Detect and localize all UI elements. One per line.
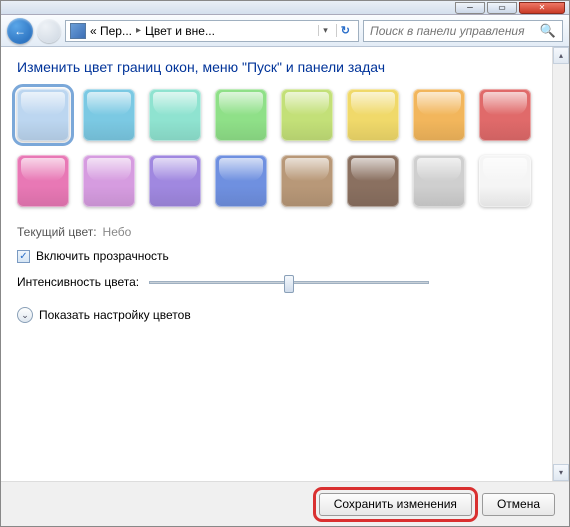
cancel-button[interactable]: Отмена bbox=[482, 493, 555, 516]
color-swatch-6[interactable] bbox=[413, 89, 465, 141]
color-swatch-13[interactable] bbox=[347, 155, 399, 207]
intensity-slider[interactable] bbox=[149, 281, 429, 284]
chevron-right-icon: ▸ bbox=[136, 25, 141, 36]
toolbar: ← « Пер... ▸ Цвет и вне... ▾ ↻ 🔍 bbox=[1, 15, 569, 47]
breadcrumb-item-1[interactable]: « Пер... bbox=[90, 24, 132, 38]
search-input[interactable] bbox=[370, 24, 540, 38]
color-swatch-2[interactable] bbox=[149, 89, 201, 141]
titlebar: ─ ▭ ✕ bbox=[1, 1, 569, 15]
color-swatch-4[interactable] bbox=[281, 89, 333, 141]
scroll-down-button[interactable]: ▾ bbox=[553, 464, 569, 481]
transparency-label[interactable]: Включить прозрачность bbox=[36, 249, 169, 263]
color-swatch-15[interactable] bbox=[479, 155, 531, 207]
color-swatch-11[interactable] bbox=[215, 155, 267, 207]
color-swatch-8[interactable] bbox=[17, 155, 69, 207]
scroll-up-button[interactable]: ▴ bbox=[553, 47, 569, 64]
color-swatch-3[interactable] bbox=[215, 89, 267, 141]
back-button[interactable]: ← bbox=[7, 18, 33, 44]
expand-icon[interactable]: ⌄ bbox=[17, 307, 33, 323]
color-swatch-grid bbox=[17, 89, 537, 207]
color-swatch-1[interactable] bbox=[83, 89, 135, 141]
search-box[interactable]: 🔍 bbox=[363, 20, 563, 42]
forward-button[interactable] bbox=[37, 19, 61, 43]
current-color-value: Небо bbox=[103, 225, 132, 239]
refresh-icon[interactable]: ↻ bbox=[336, 24, 354, 37]
content-area: ▴ ▾ Изменить цвет границ окон, меню "Пус… bbox=[1, 47, 569, 481]
current-color-label: Текущий цвет: bbox=[17, 225, 97, 239]
intensity-label: Интенсивность цвета: bbox=[17, 275, 139, 289]
expand-row[interactable]: ⌄ Показать настройку цветов bbox=[17, 307, 547, 323]
transparency-checkbox[interactable]: ✓ bbox=[17, 250, 30, 263]
close-button[interactable]: ✕ bbox=[519, 2, 565, 14]
maximize-button[interactable]: ▭ bbox=[487, 2, 517, 14]
current-color-row: Текущий цвет: Небо bbox=[17, 225, 547, 239]
scroll-track[interactable] bbox=[553, 64, 569, 464]
color-swatch-9[interactable] bbox=[83, 155, 135, 207]
color-swatch-12[interactable] bbox=[281, 155, 333, 207]
color-swatch-7[interactable] bbox=[479, 89, 531, 141]
window-controls: ─ ▭ ✕ bbox=[453, 2, 565, 14]
save-button[interactable]: Сохранить изменения bbox=[319, 493, 472, 516]
minimize-button[interactable]: ─ bbox=[455, 2, 485, 14]
bottom-bar: Сохранить изменения Отмена bbox=[1, 481, 569, 526]
location-icon bbox=[70, 23, 86, 39]
expand-label[interactable]: Показать настройку цветов bbox=[39, 308, 191, 322]
address-bar[interactable]: « Пер... ▸ Цвет и вне... ▾ ↻ bbox=[65, 20, 359, 42]
search-icon[interactable]: 🔍 bbox=[540, 23, 556, 39]
color-swatch-5[interactable] bbox=[347, 89, 399, 141]
page-title: Изменить цвет границ окон, меню "Пуск" и… bbox=[17, 59, 547, 75]
address-dropdown-icon[interactable]: ▾ bbox=[318, 25, 332, 36]
color-swatch-0[interactable] bbox=[17, 89, 69, 141]
color-swatch-14[interactable] bbox=[413, 155, 465, 207]
slider-thumb[interactable] bbox=[284, 275, 294, 293]
breadcrumb-item-2[interactable]: Цвет и вне... bbox=[145, 24, 215, 38]
transparency-row: ✓ Включить прозрачность bbox=[17, 249, 547, 263]
color-swatch-10[interactable] bbox=[149, 155, 201, 207]
intensity-row: Интенсивность цвета: bbox=[17, 275, 547, 289]
vertical-scrollbar[interactable]: ▴ ▾ bbox=[552, 47, 569, 481]
